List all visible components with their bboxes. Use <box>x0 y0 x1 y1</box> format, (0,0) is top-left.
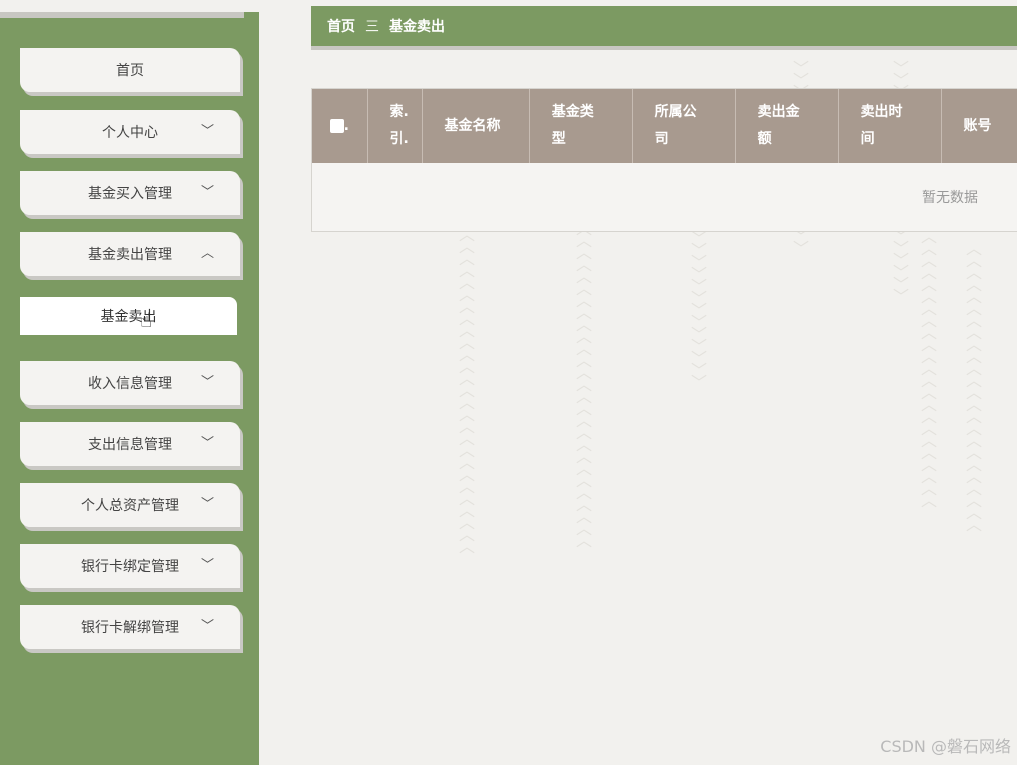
column-header-company: 所属公司 <box>632 89 736 163</box>
sidebar-item-label: 银行卡绑定管理 <box>81 559 179 575</box>
chevron-down-icon: ﹀ <box>200 124 214 139</box>
watermark: CSDN @磐石网络 <box>880 737 1011 756</box>
column-header-index: 索.引. <box>367 89 423 163</box>
column-header-sell-time: 卖出时间 <box>838 89 942 163</box>
data-table: . 索.引. 基金名称 基金类型 所属公司 卖出金额 卖出时间 账号 暂无数据 <box>311 88 1017 232</box>
sidebar-item-label: 银行卡解绑管理 <box>81 620 179 636</box>
sidebar-item-home[interactable]: 首页 <box>20 48 240 92</box>
sidebar-item-income-management[interactable]: 收入信息管理 ﹀ <box>20 361 240 405</box>
select-all-checkbox[interactable]: . <box>312 89 368 163</box>
checkbox-icon[interactable] <box>329 118 344 133</box>
sidebar-item-label: 收入信息管理 <box>88 376 172 392</box>
sidebar-item-label: 基金买入管理 <box>88 186 172 202</box>
sidebar-item-card-unbinding-management[interactable]: 银行卡解绑管理 ﹀ <box>20 605 240 649</box>
column-header-label: 账号 <box>963 117 992 134</box>
column-header-sell-amount: 卖出金额 <box>735 89 839 163</box>
chevron-down-icon: ﹀ <box>200 497 214 512</box>
chevron-down-icon: ﹀ <box>200 558 214 573</box>
column-header-label: 所属公司 <box>654 104 697 147</box>
breadcrumb-home[interactable]: 首页 <box>327 16 355 36</box>
submenu-item-fund-sell[interactable]: 基金卖出 <box>20 297 237 335</box>
column-header-label: 索.引. <box>389 104 409 147</box>
breadcrumb: 首页 三 基金卖出 <box>311 6 1017 50</box>
sidebar-item-label: 基金卖出管理 <box>88 247 172 263</box>
sidebar-item-fund-buy-management[interactable]: 基金买入管理 ﹀ <box>20 171 240 215</box>
column-header-label: 基金名称 <box>444 117 501 134</box>
empty-state-text: 暂无数据 <box>312 163 1017 231</box>
background-pattern: ︿︿︿︿︿︿︿︿︿︿︿︿︿︿︿︿︿︿︿︿︿︿︿︿ <box>963 240 982 528</box>
sidebar-item-total-assets-management[interactable]: 个人总资产管理 ﹀ <box>20 483 240 527</box>
sidebar-item-label: 个人中心 <box>102 125 158 141</box>
sidebar-item-label: 首页 <box>116 63 144 79</box>
column-header-fund-type: 基金类型 <box>529 89 633 163</box>
background-pattern: ︿︿︿︿︿︿︿︿︿︿︿︿︿︿︿︿︿︿︿︿︿︿︿︿︿︿︿︿︿︿ <box>456 190 475 550</box>
column-header-label: 基金类型 <box>551 104 594 147</box>
sidebar-item-card-binding-management[interactable]: 银行卡绑定管理 ﹀ <box>20 544 240 588</box>
column-header-account: 账号 <box>941 89 1017 163</box>
background-pattern: ︿︿︿︿︿︿︿︿︿︿︿︿︿︿︿︿︿︿︿︿︿︿︿︿︿︿︿ <box>918 180 937 504</box>
chevron-down-icon: ﹀ <box>200 436 214 451</box>
breadcrumb-separator-icon: 三 <box>365 19 379 35</box>
sidebar-item-fund-sell-management[interactable]: 基金卖出管理 ︿ <box>20 232 240 276</box>
breadcrumb-current: 基金卖出 <box>389 19 445 35</box>
column-header-label: 卖出时间 <box>860 104 903 147</box>
table-empty-row: 暂无数据 <box>312 163 1017 231</box>
chevron-down-icon: ﹀ <box>200 619 214 634</box>
sidebar-item-personal-center[interactable]: 个人中心 ﹀ <box>20 110 240 154</box>
sidebar-item-expense-management[interactable]: 支出信息管理 ﹀ <box>20 422 240 466</box>
chevron-down-icon: ﹀ <box>200 375 214 390</box>
background-pattern: ︿︿︿︿︿︿︿︿︿︿︿︿︿︿︿︿︿︿︿︿︿︿︿︿︿︿︿︿︿︿︿︿ <box>573 160 592 544</box>
hand-cursor-icon: ☝ <box>140 308 153 332</box>
table-header-row: . 索.引. 基金名称 基金类型 所属公司 卖出金额 卖出时间 账号 <box>312 89 1017 163</box>
chevron-down-icon: ﹀ <box>200 185 214 200</box>
sidebar-item-label: 个人总资产管理 <box>81 498 179 514</box>
sidebar-top-edge <box>0 12 244 18</box>
chevron-up-icon: ︿ <box>200 246 214 261</box>
column-header-fund-name: 基金名称 <box>422 89 530 163</box>
column-header-label: 卖出金额 <box>757 104 800 147</box>
sidebar-item-label: 支出信息管理 <box>88 437 172 453</box>
